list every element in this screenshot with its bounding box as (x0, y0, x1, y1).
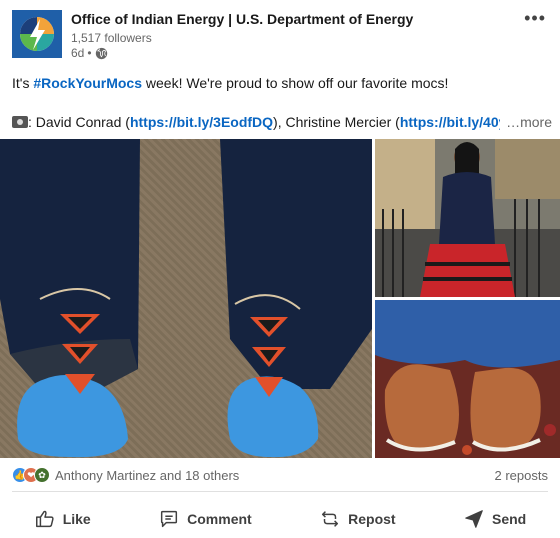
photo-woman-skirt[interactable] (375, 139, 560, 297)
org-name[interactable]: Office of Indian Energy | U.S. Departmen… (71, 11, 413, 27)
post-text-suffix: week! We're proud to show off our favori… (142, 75, 449, 91)
comment-button[interactable]: Comment (150, 504, 260, 534)
like-button[interactable]: Like (26, 504, 99, 534)
post-age: 6d (71, 46, 85, 60)
repost-icon (322, 511, 339, 527)
meta-separator: • (87, 46, 92, 60)
credit-middle: ), Christine Mercier ( (273, 114, 400, 130)
photo-blue-moccasins[interactable] (0, 139, 372, 458)
thumbs-up-icon (35, 510, 54, 528)
see-more-button[interactable]: …more (500, 112, 552, 132)
photo-brown-moccasins[interactable] (375, 300, 560, 458)
brown-moccasins-image (375, 300, 560, 458)
post-body: It's #RockYourMocs week! We're proud to … (12, 73, 552, 132)
hashtag-link[interactable]: #RockYourMocs (33, 75, 142, 91)
photo-link-1[interactable]: https://bit.ly/3EodfDQ (130, 114, 273, 130)
repost-button[interactable]: Repost (311, 504, 403, 534)
org-logo[interactable] (12, 10, 62, 58)
more-options-button[interactable]: ••• (524, 8, 546, 29)
send-label: Send (492, 511, 527, 527)
photo-link-2[interactable]: https://bit.ly/40y (400, 114, 507, 130)
camera-icon (12, 116, 28, 128)
doe-logo-icon (12, 10, 62, 58)
support-reaction-icon: ✿ (34, 467, 50, 483)
post-meta: 6d • (71, 46, 108, 60)
repost-label: Repost (348, 511, 396, 527)
follower-count: 1,517 followers (71, 31, 152, 45)
comment-label: Comment (187, 511, 252, 527)
woman-ribbon-skirt-image (375, 139, 560, 297)
divider (12, 491, 548, 492)
comment-icon (161, 510, 178, 528)
social-counts: 👍 ❤ ✿ Anthony Martinez and 18 others 2 r… (0, 464, 560, 488)
globe-icon (95, 47, 107, 59)
post-line-2: : David Conrad (https://bit.ly/3EodfDQ),… (12, 112, 552, 132)
action-bar: Like Comment Repost Send (0, 500, 560, 538)
post-header: Office of Indian Energy | U.S. Departmen… (0, 0, 560, 66)
send-icon (465, 510, 483, 528)
reaction-summary[interactable]: Anthony Martinez and 18 others (55, 468, 239, 483)
post-text-prefix: It's (12, 75, 34, 91)
post-line-1: It's #RockYourMocs week! We're proud to … (12, 73, 552, 93)
repost-count[interactable]: 2 reposts (495, 468, 548, 483)
blue-moccasins-image (0, 139, 372, 458)
reaction-icons[interactable]: 👍 ❤ ✿ (12, 467, 50, 483)
photo-grid (0, 139, 560, 458)
credit-prefix: : David Conrad ( (28, 114, 130, 130)
send-button[interactable]: Send (455, 504, 534, 534)
like-label: Like (62, 511, 91, 527)
